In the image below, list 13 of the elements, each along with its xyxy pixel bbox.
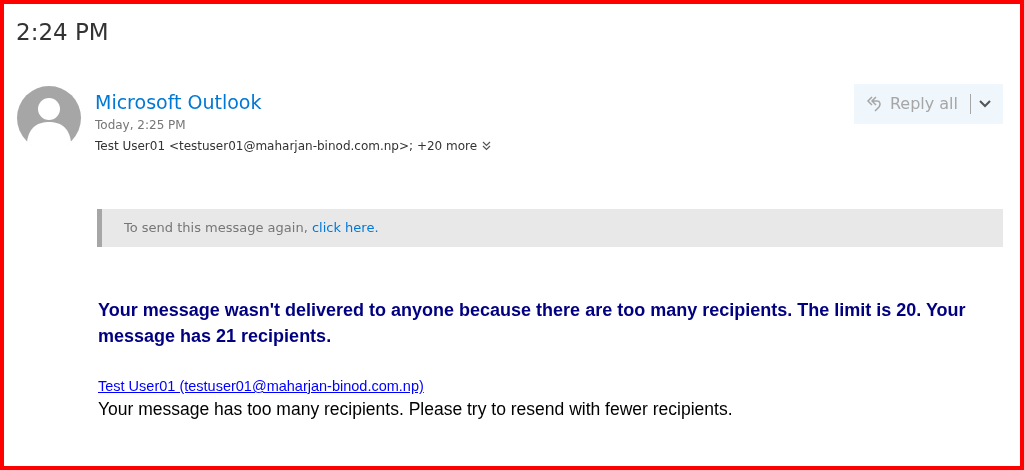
message-time: 2:24 PM [16,18,109,47]
error-detail: Your message has too many recipients. Please try to resend with fewer recipients. [98,397,734,420]
avatar-icon [17,86,81,150]
recipients-list: Test User01 <testuser01@maharjan-binod.com.np>; +20 more [95,137,478,155]
double-chevron-icon[interactable] [482,141,492,151]
error-headline: Your message wasn't delivered to anyone because there are too many recipients. The limit is 20. Your message has 21 recipients. [98,299,967,348]
click-here-link[interactable]: click here. [311,220,379,236]
resend-text: To send this message again, click here. [124,219,379,238]
sender-name[interactable]: Microsoft Outlook [95,90,262,114]
recipient-link[interactable]: Test User01 (testuser01@maharjan-binod.com.np) [98,376,424,398]
message-date: Today, 2:25 PM [95,117,186,134]
reply-all-icon [865,95,882,113]
chevron-down-icon [979,100,991,108]
